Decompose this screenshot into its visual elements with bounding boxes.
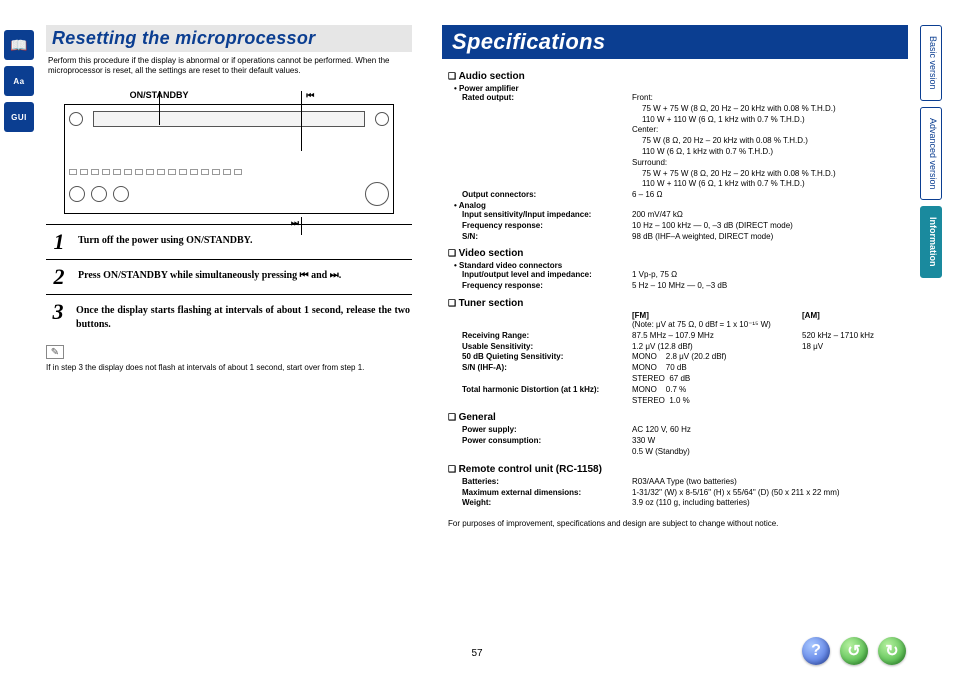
step-1-body: Turn off the power using ON/STANDBY. xyxy=(78,231,252,248)
tuner-quiet-label: 50 dB Quieting Sensitivity: xyxy=(462,352,632,363)
weight-label: Weight: xyxy=(462,498,632,509)
supply-value: AC 120 V, 60 Hz xyxy=(632,425,902,436)
step-2-number: 2 xyxy=(48,266,70,288)
rated-output-center-1: 75 W (8 Ω, 20 Hz – 20 kHz with 0.08 % T.… xyxy=(632,136,902,147)
diagram-label-next-icon: ⏭ xyxy=(291,218,298,229)
diagram-label-prev-icon: ⏮ xyxy=(306,90,313,101)
supply-label: Power supply: xyxy=(462,425,632,436)
tab-advanced-version[interactable]: Advanced version xyxy=(920,107,942,201)
step-3-number: 3 xyxy=(48,301,68,323)
output-connectors-label: Output connectors: xyxy=(462,190,632,201)
dim-label: Maximum external dimensions: xyxy=(462,488,632,499)
spec-remote-heading: Remote control unit (RC-1158) xyxy=(448,464,902,475)
spec-audio-analog-bullet: Analog xyxy=(448,201,902,210)
reset-section-title: Resetting the microprocessor xyxy=(46,25,412,52)
tuner-sn-mono: MONO 70 dB xyxy=(632,363,902,374)
video-freq-label: Frequency response: xyxy=(462,281,632,292)
tab-information[interactable]: Information xyxy=(920,206,942,278)
tab-basic-version[interactable]: Basic version xyxy=(920,25,942,101)
help-icon[interactable]: ? xyxy=(802,637,830,665)
nav-forward-icon[interactable]: ↻ xyxy=(878,637,906,665)
video-io-value: 1 Vp-p, 75 Ω xyxy=(632,270,902,281)
input-sens-value: 200 mV/47 kΩ xyxy=(632,210,902,221)
tuner-usable-label: Usable Sensitivity: xyxy=(462,342,632,353)
spec-audio-amp-bullet: Power amplifier xyxy=(448,84,902,93)
spec-audio-heading: Audio section xyxy=(448,71,902,82)
batt-value: R03/AAA Type (two batteries) xyxy=(632,477,902,488)
tuner-sn-label: S/N (IHF-A): xyxy=(462,363,632,374)
jack-illustration xyxy=(69,186,85,202)
tuner-quiet-fm: MONO 2.8 μV (20.2 dBf) xyxy=(632,352,902,363)
step-1: 1 Turn off the power using ON/STANDBY. xyxy=(46,224,412,259)
step-3: 3 Once the display starts flashing at in… xyxy=(46,294,412,337)
spec-disclaimer: For purposes of improvement, specificati… xyxy=(448,519,902,528)
tuner-range-am: 520 kHz – 1710 kHz xyxy=(802,331,902,342)
receiver-diagram: ON/STANDBY ⏮ xyxy=(50,90,409,214)
tuner-range-label: Receiving Range: xyxy=(462,331,632,342)
spec-video-bullet: Standard video connectors xyxy=(448,261,902,270)
input-sens-label: Input sensitivity/Input impedance: xyxy=(462,210,632,221)
receiver-illustration: ⏭ xyxy=(64,104,394,214)
step-1-number: 1 xyxy=(48,231,70,253)
rated-output-front-label: Front: xyxy=(632,93,902,104)
nav-back-icon[interactable]: ↺ xyxy=(840,637,868,665)
spec-section-title: Specifications xyxy=(442,25,908,59)
rated-output-label: Rated output: xyxy=(462,93,632,104)
freq-resp-value: 10 Hz – 100 kHz — 0, –3 dB (DIRECT mode) xyxy=(632,221,902,232)
rated-output-front-2: 110 W + 110 W (6 Ω, 1 kHz with 0.7 % T.H… xyxy=(632,115,902,126)
tuner-usable-am: 18 μV xyxy=(802,342,902,353)
tuner-thd-stereo: STEREO 1.0 % xyxy=(632,396,902,407)
selector-knob-illustration xyxy=(375,112,389,126)
video-io-label: Input/output level and impedance: xyxy=(462,270,632,281)
output-connectors-value: 6 – 16 Ω xyxy=(632,190,902,201)
consumption-standby: 0.5 W (Standby) xyxy=(632,447,902,458)
volume-knob-illustration xyxy=(365,182,389,206)
spec-tuner-heading: Tuner section xyxy=(448,298,902,309)
right-column: Specifications Audio section Power ampli… xyxy=(442,25,908,635)
tuner-thd-label: Total harmonic Distortion (at 1 kHz): xyxy=(462,385,632,396)
step-2: 2 Press ON/STANDBY while simultaneously … xyxy=(46,259,412,294)
rated-output-surround-1: 75 W + 75 W (8 Ω, 20 Hz – 20 kHz with 0.… xyxy=(632,169,902,180)
freq-resp-label: Frequency response: xyxy=(462,221,632,232)
tuner-am-header: [AM] xyxy=(802,311,820,320)
dim-value: 1-31/32" (W) x 8-5/16" (H) x 55/64" (D) … xyxy=(632,488,902,499)
rated-output-center-2: 110 W (6 Ω, 1 kHz with 0.7 % T.H.D.) xyxy=(632,147,902,158)
book-icon[interactable]: 📖 xyxy=(4,30,34,60)
tuner-range-fm: 87.5 MHz – 107.9 MHz xyxy=(632,331,802,342)
left-column: Resetting the microprocessor Perform thi… xyxy=(46,25,412,635)
footer-nav-icons: ? ↺ ↻ xyxy=(802,637,906,665)
side-tab-bar: Basic version Advanced version Informati… xyxy=(920,25,942,278)
rated-output-center-label: Center: xyxy=(632,125,902,136)
glossary-icon[interactable]: Aa xyxy=(4,66,34,96)
note-icon: ✎ xyxy=(46,345,64,359)
rated-output-surround-2: 110 W + 110 W (6 Ω, 1 kHz with 0.7 % T.H… xyxy=(632,179,902,190)
tuner-sn-stereo: STEREO 67 dB xyxy=(632,374,902,385)
display-illustration xyxy=(93,111,365,127)
spec-video-heading: Video section xyxy=(448,248,902,259)
sn-value: 98 dB (IHF–A weighted, DIRECT mode) xyxy=(632,232,902,243)
video-freq-value: 5 Hz – 10 MHz — 0, –3 dB xyxy=(632,281,902,292)
note-text: If in step 3 the display does not flash … xyxy=(46,363,412,372)
rated-output-surround-label: Surround: xyxy=(632,158,902,169)
consumption-label: Power consumption: xyxy=(462,436,632,447)
reset-intro-text: Perform this procedure if the display is… xyxy=(46,52,412,84)
diagram-label-onstandby: ON/STANDBY xyxy=(130,90,189,100)
spec-general-heading: General xyxy=(448,412,902,423)
step-3-body: Once the display starts flashing at inte… xyxy=(76,301,410,331)
gui-icon[interactable]: GUI xyxy=(4,102,34,132)
jack-illustration xyxy=(91,186,107,202)
jack-illustration xyxy=(113,186,129,202)
left-icon-strip: 📖 Aa GUI xyxy=(4,30,34,132)
step-2-body: Press ON/STANDBY while simultaneously pr… xyxy=(78,266,341,283)
power-button-illustration xyxy=(69,112,83,126)
tuner-thd-mono: MONO 0.7 % xyxy=(632,385,902,396)
batt-label: Batteries: xyxy=(462,477,632,488)
rated-output-front-1: 75 W + 75 W (8 Ω, 20 Hz – 20 kHz with 0.… xyxy=(632,104,902,115)
consumption-value: 330 W xyxy=(632,436,902,447)
weight-value: 3.9 oz (110 g, including batteries) xyxy=(632,498,902,509)
tuner-note: (Note: μV at 75 Ω, 0 dBf = 1 x 10⁻¹⁵ W) xyxy=(632,320,902,331)
tuner-fm-header: [FM] xyxy=(632,311,802,320)
tuner-usable-fm: 1.2 μV (12.8 dBf) xyxy=(632,342,802,353)
sn-label: S/N: xyxy=(462,232,632,243)
